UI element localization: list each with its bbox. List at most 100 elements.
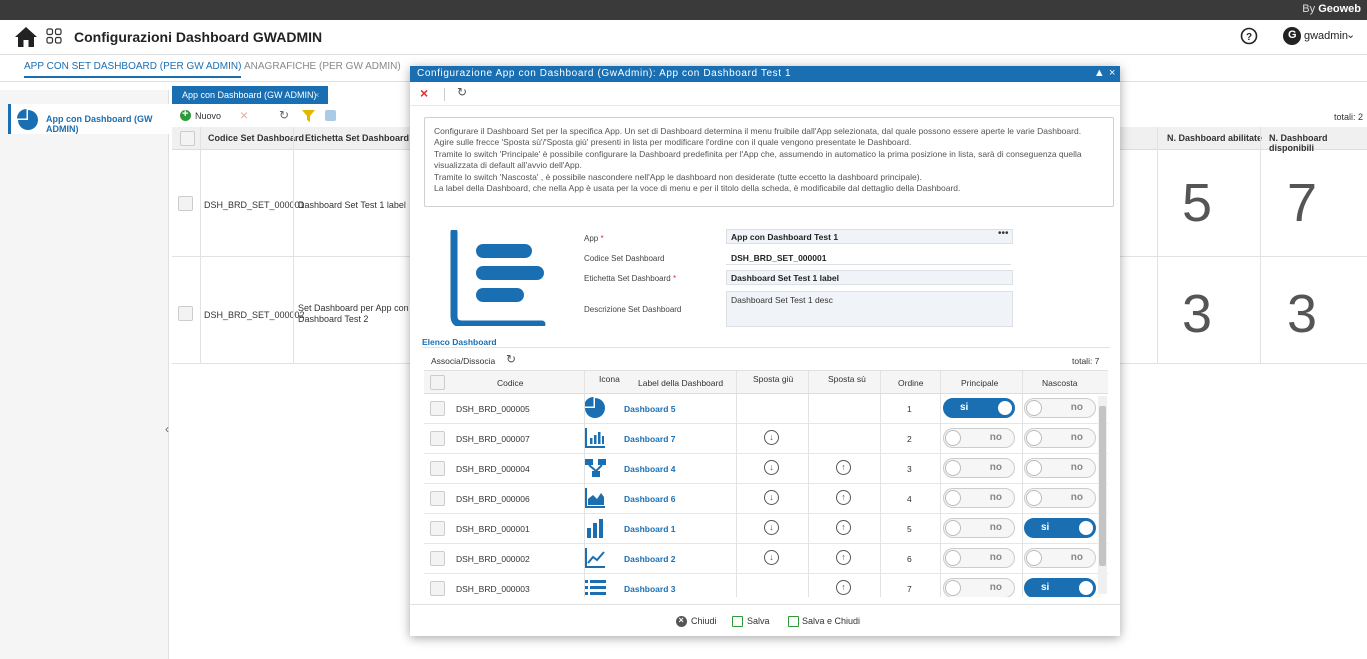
tab-app-con-set-dashboard[interactable]: APP CON SET DASHBOARD (PER GW ADMIN) (24, 61, 242, 78)
header-sposta-giu[interactable]: Sposta giù (753, 374, 793, 384)
table-row[interactable]: DSH_BRD_000001 Dashboard 1 ↓ ↑ 5 no si (424, 513, 1108, 544)
header-etichetta-set[interactable]: Etichetta Set Dashboard (305, 133, 409, 143)
row-checkbox[interactable] (430, 581, 445, 596)
code-underline (726, 264, 1011, 265)
header-n-abilitate[interactable]: N. Dashboard abilitate (1167, 133, 1262, 143)
dashboard-label-link[interactable]: Dashboard 1 (624, 524, 676, 534)
header-ordine[interactable]: Ordine (898, 378, 924, 388)
move-up-icon[interactable]: ↑ (836, 490, 851, 505)
principale-toggle[interactable]: no (943, 458, 1015, 478)
apps-grid-icon[interactable] (46, 28, 62, 44)
nascosta-toggle[interactable]: no (1024, 428, 1096, 448)
user-name[interactable]: gwadmin (1304, 30, 1348, 42)
principale-toggle[interactable]: no (943, 548, 1015, 568)
select-all-checkbox[interactable] (430, 375, 445, 390)
table-row[interactable]: DSH_BRD_000006 Dashboard 6 ↓ ↑ 4 no no (424, 483, 1108, 514)
dashboard-label-link[interactable]: Dashboard 4 (624, 464, 676, 474)
list-scrollbar[interactable] (1098, 396, 1107, 594)
salva-button[interactable]: Salva (747, 616, 770, 626)
salva-e-chiudi-button[interactable]: Salva e Chiudi (802, 616, 860, 626)
move-up-icon[interactable]: ↑ (836, 520, 851, 535)
refresh-icon[interactable]: ↻ (506, 352, 516, 366)
chevron-down-icon[interactable]: ⌄ (1346, 28, 1355, 41)
row-checkbox[interactable] (430, 521, 445, 536)
nascosta-toggle[interactable]: si (1024, 578, 1096, 597)
principale-toggle[interactable]: no (943, 578, 1015, 597)
modal-controls[interactable]: ▲ × (1094, 67, 1116, 79)
avatar[interactable]: G (1283, 27, 1301, 45)
header-nascosta[interactable]: Nascosta (1042, 378, 1077, 388)
help-icon[interactable]: ? (1240, 27, 1258, 45)
list-totals: totali: 7 (1072, 356, 1100, 366)
nascosta-toggle[interactable]: no (1024, 458, 1096, 478)
header-principale[interactable]: Principale (961, 378, 998, 388)
collapse-sidebar-icon[interactable]: ‹ (165, 422, 169, 436)
principale-toggle[interactable]: si (943, 398, 1015, 418)
move-down-icon[interactable]: ↓ (764, 520, 779, 535)
move-up-icon[interactable]: ↑ (836, 460, 851, 475)
row-checkbox[interactable] (178, 196, 193, 211)
subtab-app-con-dashboard[interactable]: App con Dashboard (GW ADMIN) × (172, 86, 328, 104)
row-checkbox[interactable] (178, 306, 193, 321)
row-checkbox[interactable] (430, 461, 445, 476)
associa-dissocia-button[interactable]: Associa/Dissocia (431, 356, 495, 366)
table-row[interactable]: DSH_BRD_000004 Dashboard 4 ↓ ↑ 3 no no (424, 453, 1108, 484)
new-button[interactable]: Nuovo (195, 111, 221, 121)
column-divider (880, 371, 881, 597)
dashboard-order: 5 (907, 524, 912, 534)
principale-toggle[interactable]: no (943, 518, 1015, 538)
nascosta-toggle[interactable]: no (1024, 548, 1096, 568)
move-down-icon[interactable]: ↓ (764, 430, 779, 445)
chiudi-button[interactable]: Chiudi (691, 616, 717, 626)
toggle-knob (945, 430, 961, 446)
nascosta-toggle[interactable]: no (1024, 488, 1096, 508)
home-icon[interactable] (14, 26, 38, 48)
dashboard-code: DSH_BRD_000001 (456, 524, 530, 534)
nascosta-toggle[interactable]: si (1024, 518, 1096, 538)
nascosta-toggle[interactable]: no (1024, 398, 1096, 418)
refresh-icon[interactable]: ↻ (279, 108, 289, 122)
column-divider (736, 371, 737, 597)
principale-toggle[interactable]: no (943, 488, 1015, 508)
move-down-icon[interactable]: ↓ (764, 460, 779, 475)
dashboard-label-link[interactable]: Dashboard 5 (624, 404, 676, 414)
move-down-icon[interactable]: ↓ (764, 490, 779, 505)
select-all-checkbox[interactable] (180, 131, 195, 146)
table-row[interactable]: DSH_BRD_000003 Dashboard 3 ↑ 7 no si (424, 573, 1108, 597)
filter-icon[interactable] (302, 110, 315, 122)
sidebar-item-app-con-dashboard[interactable]: App con Dashboard (GW ADMIN) (8, 104, 169, 134)
header-codice[interactable]: Codice (497, 378, 523, 388)
area-chart-icon (585, 488, 605, 508)
row-checkbox[interactable] (430, 401, 445, 416)
add-icon[interactable]: + (180, 108, 191, 121)
close-icon[interactable]: × (314, 90, 319, 100)
row-checkbox[interactable] (430, 491, 445, 506)
row-checkbox[interactable] (430, 551, 445, 566)
delete-icon[interactable]: × (240, 107, 248, 123)
move-down-icon[interactable]: ↓ (764, 550, 779, 565)
table-row[interactable]: DSH_BRD_000007 Dashboard 7 ↓ 2 no no (424, 423, 1108, 454)
header-icona[interactable]: Icona (599, 374, 620, 384)
more-icon[interactable]: ••• (998, 228, 1009, 239)
confirm-icon[interactable] (325, 110, 336, 121)
row-checkbox[interactable] (430, 431, 445, 446)
dashboard-code: DSH_BRD_000006 (456, 494, 530, 504)
table-row[interactable]: DSH_BRD_000002 Dashboard 2 ↓ ↑ 6 no no (424, 543, 1108, 574)
toggle-knob (945, 460, 961, 476)
dashboard-label-link[interactable]: Dashboard 6 (624, 494, 676, 504)
refresh-icon[interactable]: ↻ (457, 85, 467, 99)
dashboard-order: 2 (907, 434, 912, 444)
tab-anagrafiche[interactable]: ANAGRAFICHE (PER GW ADMIN) (244, 61, 401, 72)
move-up-icon[interactable]: ↑ (836, 550, 851, 565)
header-label[interactable]: Label della Dashboard (638, 378, 723, 388)
move-up-icon[interactable]: ↑ (836, 580, 851, 595)
header-sposta-su[interactable]: Sposta sù (828, 374, 866, 384)
dashboard-label-link[interactable]: Dashboard 7 (624, 434, 676, 444)
header-codice-set[interactable]: Codice Set Dashboard (208, 133, 304, 143)
table-row[interactable]: DSH_BRD_000005 Dashboard 5 1 si no (424, 393, 1108, 424)
dashboard-label-link[interactable]: Dashboard 2 (624, 554, 676, 564)
principale-toggle[interactable]: no (943, 428, 1015, 448)
close-icon[interactable]: × (420, 85, 428, 101)
scrollbar-thumb[interactable] (1099, 406, 1106, 566)
dashboard-label-link[interactable]: Dashboard 3 (624, 584, 676, 594)
